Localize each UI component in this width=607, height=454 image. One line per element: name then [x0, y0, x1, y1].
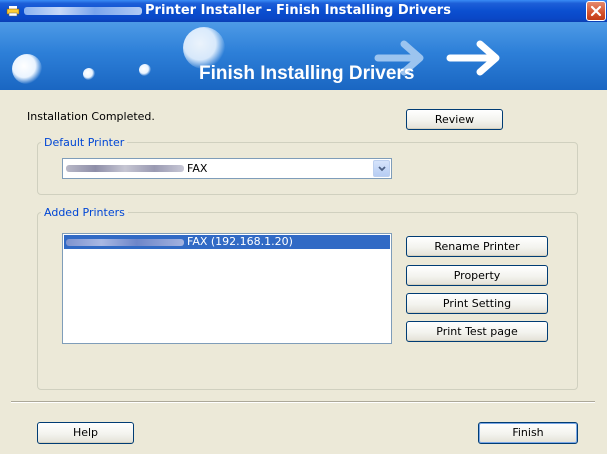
print-test-page-button-label: Print Test page — [436, 325, 518, 338]
footer-divider — [11, 401, 595, 403]
printer-name-redacted — [66, 239, 184, 246]
print-setting-button[interactable]: Print Setting — [406, 293, 548, 314]
list-item-label: FAX (192.168.1.20) — [187, 235, 293, 248]
status-text: Installation Completed. — [27, 110, 155, 123]
close-button[interactable] — [586, 1, 606, 21]
decorative-arrow-icon — [446, 40, 500, 76]
decorative-orb — [12, 54, 42, 84]
help-button[interactable]: Help — [37, 422, 134, 444]
header-banner: Finish Installing Drivers — [0, 22, 607, 90]
print-test-page-button[interactable]: Print Test page — [406, 321, 548, 342]
finish-button[interactable]: Finish — [478, 422, 578, 444]
rename-printer-button-label: Rename Printer — [434, 240, 520, 253]
chevron-down-icon — [378, 166, 386, 172]
property-button[interactable]: Property — [406, 265, 548, 286]
list-item[interactable]: FAX (192.168.1.20) — [64, 235, 390, 249]
dropdown-button[interactable] — [373, 160, 390, 177]
rename-printer-button[interactable]: Rename Printer — [406, 236, 548, 257]
decorative-orb — [139, 64, 151, 76]
decorative-orb — [83, 68, 95, 80]
review-button[interactable]: Review — [406, 109, 503, 130]
brand-name-redacted — [24, 7, 142, 15]
help-button-label: Help — [72, 426, 99, 439]
default-printer-select[interactable]: FAX — [62, 158, 392, 179]
banner-title: Finish Installing Drivers — [199, 63, 415, 84]
review-button-label: Review — [434, 113, 475, 126]
added-printers-label: Added Printers — [41, 206, 128, 219]
window-title: Printer Installer - Finish Installing Dr… — [145, 3, 451, 18]
added-printers-list[interactable]: FAX (192.168.1.20) — [62, 233, 392, 344]
title-bar[interactable]: Printer Installer - Finish Installing Dr… — [0, 0, 607, 22]
finish-button-label: Finish — [512, 426, 544, 439]
property-button-label: Property — [453, 269, 501, 282]
close-icon — [590, 5, 602, 17]
printer-app-icon — [6, 6, 20, 17]
default-printer-label: Default Printer — [41, 136, 128, 149]
default-printer-value: FAX — [187, 162, 208, 175]
printer-name-redacted — [66, 165, 184, 172]
print-setting-button-label: Print Setting — [442, 297, 512, 310]
